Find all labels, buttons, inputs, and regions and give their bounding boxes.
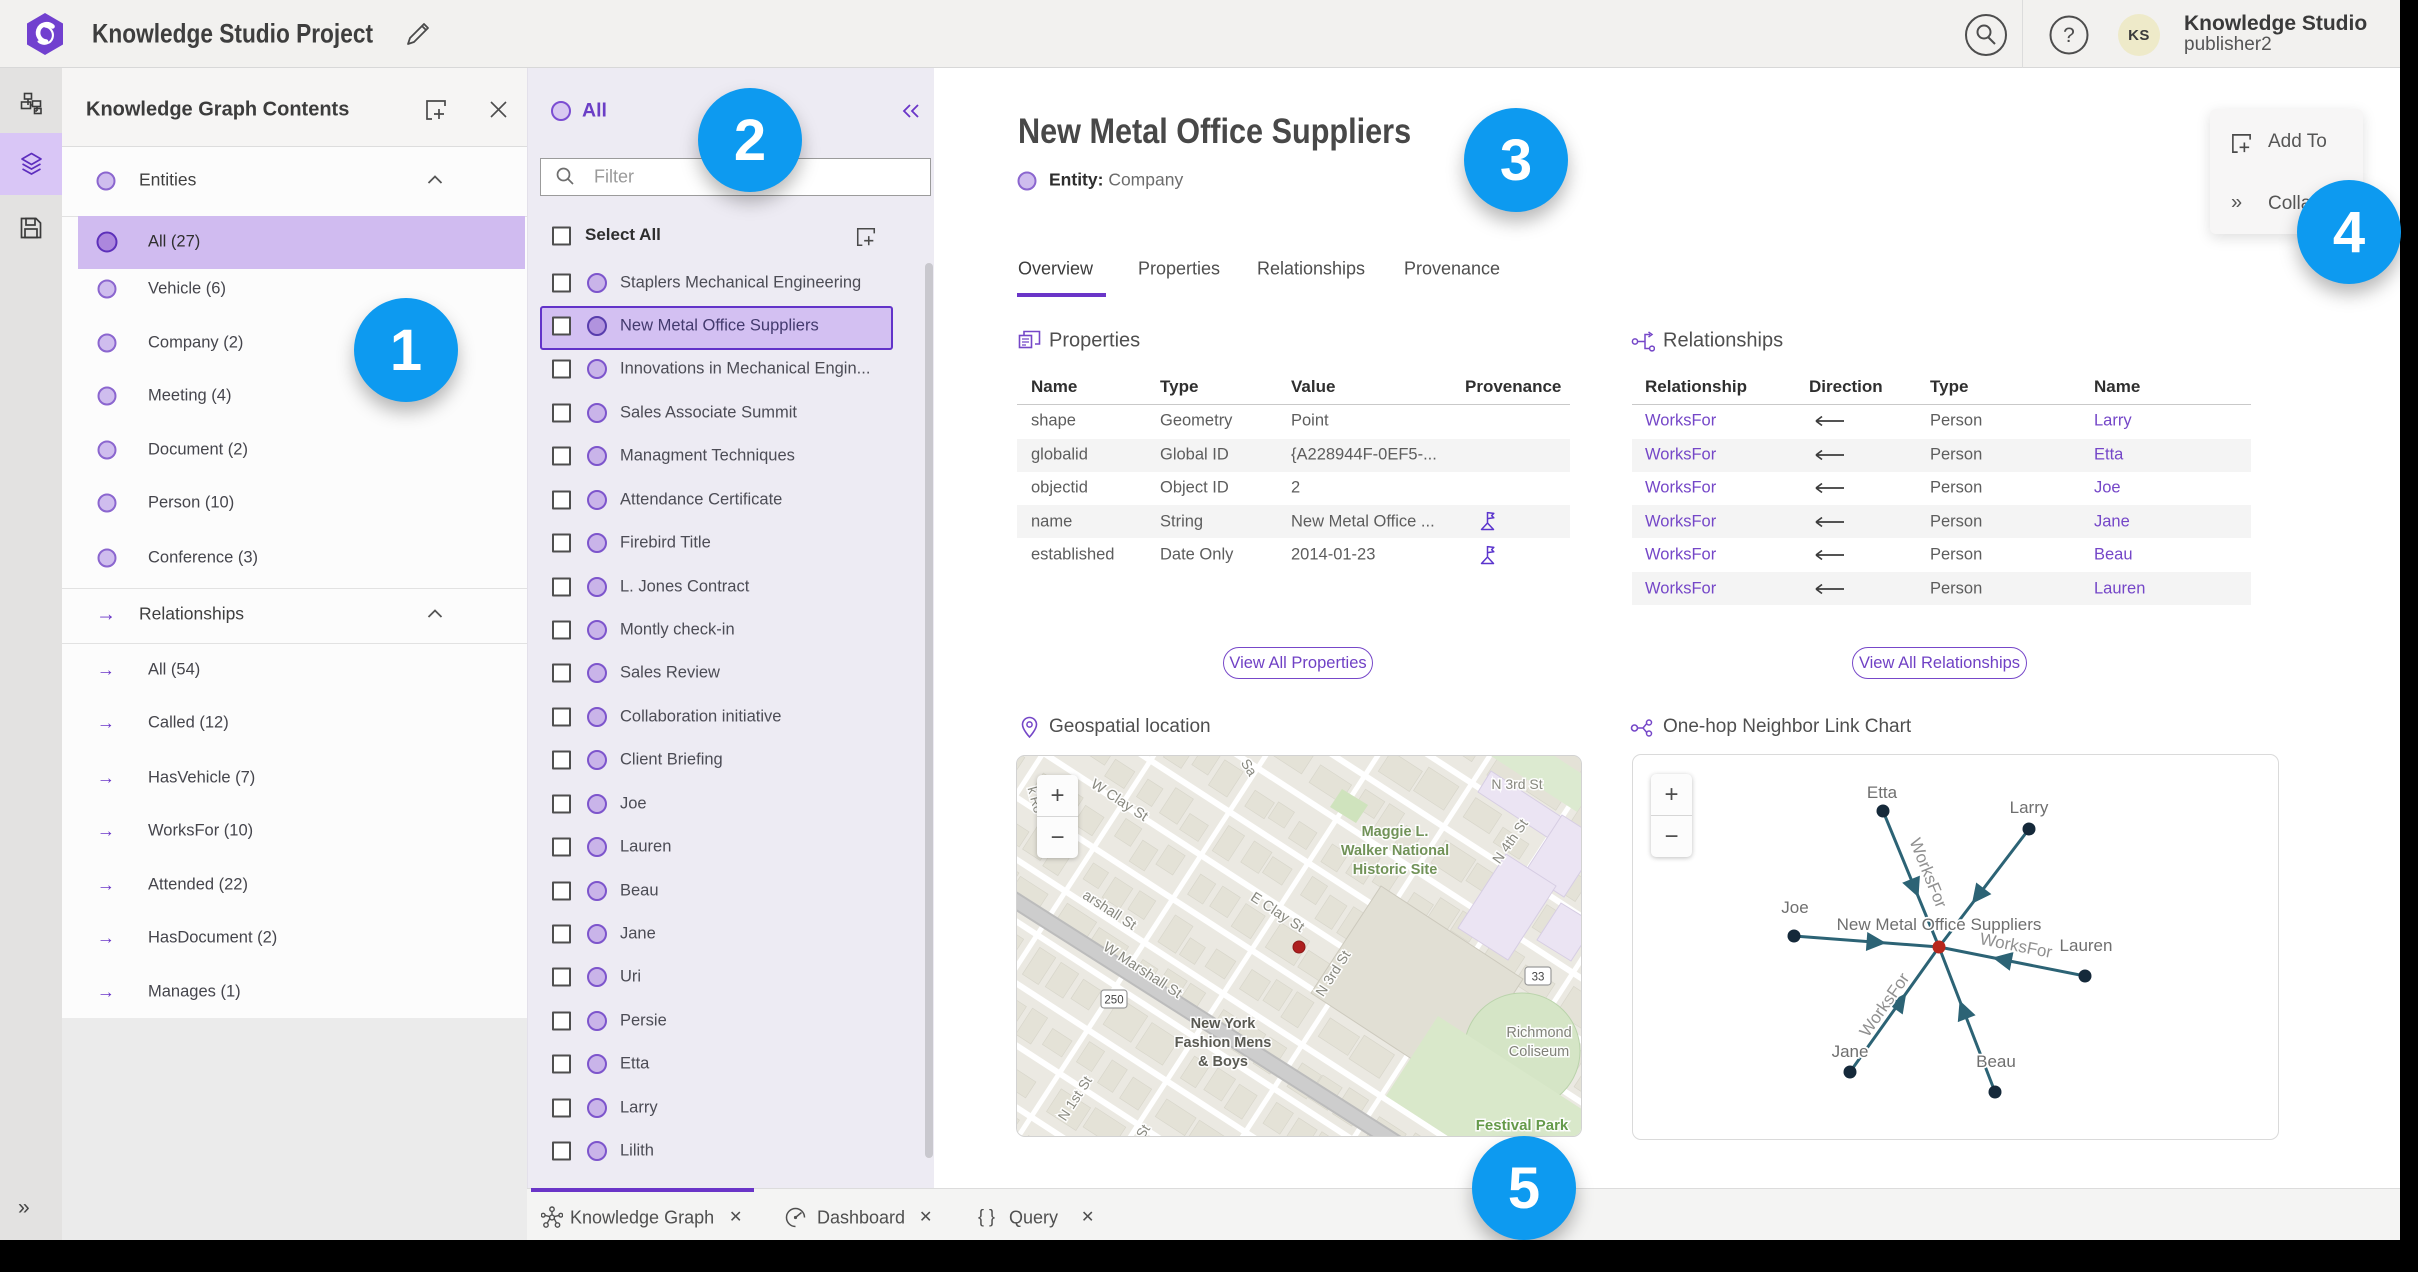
svg-text:Festival Park: Festival Park (1476, 1117, 1569, 1134)
svg-text:Historic Site: Historic Site (1353, 862, 1438, 878)
svg-text:WorksFor: WorksFor (1906, 835, 1951, 910)
svg-text:N 3rd St: N 3rd St (1491, 776, 1542, 792)
svg-text:Walker National: Walker National (1341, 843, 1449, 859)
svg-text:Beau: Beau (1976, 1052, 2016, 1071)
svg-text:250: 250 (1104, 995, 1123, 1007)
svg-text:Larry: Larry (2010, 798, 2049, 817)
svg-text:33: 33 (1532, 972, 1545, 984)
svg-text:New Metal Office Suppliers: New Metal Office Suppliers (1837, 915, 2042, 934)
svg-text:Maggie L.: Maggie L. (1362, 824, 1429, 840)
svg-text:Coliseum: Coliseum (1509, 1044, 1569, 1060)
svg-text:WorksFor: WorksFor (1856, 969, 1914, 1040)
svg-text:New York: New York (1191, 1016, 1257, 1032)
svg-text:Jane: Jane (1832, 1042, 1869, 1061)
svg-text:Lauren: Lauren (2060, 936, 2113, 955)
svg-text:Fashion Mens: Fashion Mens (1175, 1035, 1272, 1051)
svg-text:?: ? (2063, 24, 2075, 47)
svg-text:Joe: Joe (1781, 898, 1808, 917)
svg-text:Etta: Etta (1867, 783, 1898, 802)
svg-text:Richmond: Richmond (1506, 1025, 1571, 1041)
svg-text:& Boys: & Boys (1198, 1054, 1248, 1070)
